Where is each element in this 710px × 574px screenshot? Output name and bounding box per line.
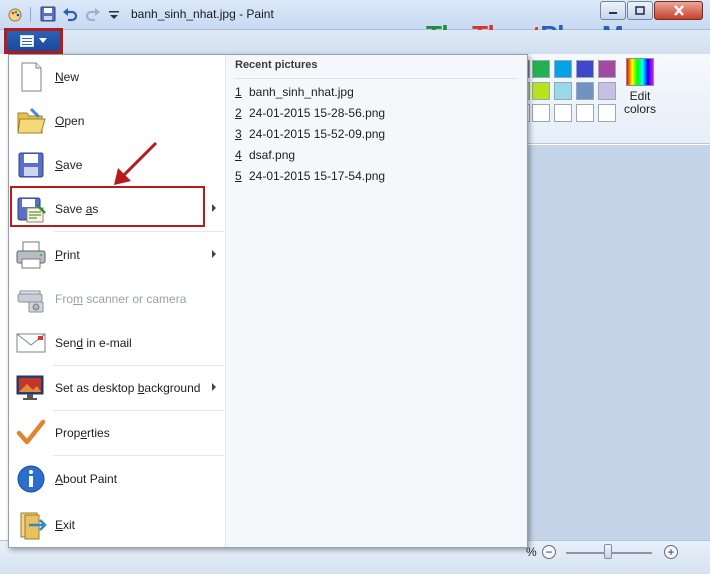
- chevron-down-icon: [39, 38, 47, 43]
- menu-item-label: From scanner or camera: [55, 292, 187, 306]
- color-swatch[interactable]: [576, 104, 594, 122]
- ribbon-tab-strip: [0, 30, 710, 54]
- recent-item-number: 5: [235, 169, 242, 183]
- menu-separator: [53, 231, 224, 232]
- zoom-out-button[interactable]: −: [542, 545, 556, 559]
- scanner-camera-icon: [17, 290, 44, 313]
- color-swatch[interactable]: [576, 82, 594, 100]
- color-swatch[interactable]: [598, 60, 616, 78]
- recent-picture-item[interactable]: 5 24-01-2015 15-17-54.png: [235, 169, 385, 185]
- menu-item-about-paint[interactable]: About Paint: [11, 457, 224, 501]
- new-file-icon: [21, 62, 42, 92]
- recent-item-filename: dsaf.png: [249, 148, 296, 162]
- menu-item-label: Open: [55, 114, 85, 128]
- menu-item-properties[interactable]: Properties: [11, 411, 224, 455]
- zoom-slider-thumb[interactable]: [604, 544, 612, 559]
- window-title: banh_sinh_nhat.jpg - Paint: [131, 7, 274, 21]
- undo-icon[interactable]: [62, 6, 78, 22]
- maximize-button[interactable]: [627, 1, 653, 20]
- menu-separator: [53, 455, 224, 456]
- close-icon: [673, 5, 684, 16]
- color-swatch[interactable]: [532, 82, 550, 100]
- recent-item-number: 1: [235, 85, 242, 99]
- desktop-background-icon: [16, 375, 44, 400]
- color-swatch[interactable]: [576, 60, 594, 78]
- recent-item-filename: 24-01-2015 15-28-56.png: [249, 106, 386, 120]
- color-swatch[interactable]: [554, 104, 572, 122]
- recent-pictures-panel: Recent pictures 1 banh_sinh_nhat.jpg 2 24-0…: [227, 55, 527, 547]
- menu-item-set-as-desktop-background[interactable]: Set as desktop background: [11, 366, 224, 410]
- recent-picture-item[interactable]: 4 dsaf.png: [235, 148, 295, 164]
- menu-item-print[interactable]: Print: [11, 233, 224, 277]
- menu-item-label: New: [55, 70, 80, 84]
- menu-commands: New Open Save Save as Print From scanner or c…: [9, 55, 226, 547]
- recent-item-filename: 24-01-2015 15-17-54.png: [249, 169, 386, 183]
- recent-item-filename: banh_sinh_nhat.jpg: [249, 85, 354, 99]
- minimize-icon: [609, 11, 617, 14]
- menu-item-send-in-e-mail[interactable]: Send in e-mail: [11, 321, 224, 365]
- menu-item-label: Exit: [55, 518, 76, 532]
- menu-item-label: Properties: [55, 426, 110, 440]
- close-button[interactable]: [654, 1, 703, 20]
- submenu-arrow-icon: [212, 204, 216, 212]
- customize-dropdown-icon[interactable]: [106, 6, 122, 22]
- zoom-in-button[interactable]: +: [664, 545, 678, 559]
- recent-pictures-title: Recent pictures: [235, 59, 318, 71]
- canvas-area[interactable]: [526, 145, 710, 540]
- exit-icon: [20, 512, 47, 540]
- menu-item-label: Set as desktop background: [55, 381, 201, 395]
- color-swatch[interactable]: [532, 60, 550, 78]
- annotation-arrow-icon: [114, 141, 158, 185]
- paint-app-icon[interactable]: [7, 6, 23, 22]
- edit-colors-label-2: colors: [623, 102, 656, 116]
- recent-title-divider: [235, 78, 517, 79]
- recent-item-number: 3: [235, 127, 242, 141]
- menu-item-open[interactable]: Open: [11, 99, 224, 143]
- save-icon[interactable]: [40, 6, 56, 22]
- redo-icon[interactable]: [85, 6, 101, 22]
- printer-icon: [16, 241, 46, 269]
- submenu-arrow-icon: [212, 250, 216, 258]
- submenu-arrow-icon: [212, 383, 216, 391]
- menu-item-label: Send in e-mail: [55, 336, 132, 350]
- paint-menu-button[interactable]: [4, 28, 63, 54]
- menu-item-label: Print: [55, 248, 80, 262]
- color-swatch[interactable]: [554, 60, 572, 78]
- checkmark-properties-icon: [16, 419, 46, 445]
- info-icon: [17, 465, 45, 493]
- minimize-button[interactable]: [600, 1, 626, 20]
- recent-item-filename: 24-01-2015 15-52-09.png: [249, 127, 386, 141]
- menu-item-new[interactable]: New: [11, 55, 224, 99]
- app-menu-icon: [20, 35, 34, 47]
- color-swatch[interactable]: [598, 82, 616, 100]
- color-swatch[interactable]: [554, 82, 572, 100]
- menu-item-label: About Paint: [55, 472, 118, 486]
- menu-item-exit[interactable]: Exit: [11, 503, 224, 547]
- recent-picture-item[interactable]: 1 banh_sinh_nhat.jpg: [235, 85, 354, 101]
- open-folder-icon: [17, 107, 46, 134]
- quick-access-separator: [30, 7, 31, 22]
- recent-item-number: 4: [235, 148, 242, 162]
- recent-picture-item[interactable]: 3 24-01-2015 15-52-09.png: [235, 127, 385, 143]
- menu-item-from-scanner-or-camera: From scanner or camera: [11, 277, 224, 321]
- save-as-highlight-box: [10, 186, 205, 227]
- email-icon: [16, 333, 46, 353]
- maximize-icon: [635, 6, 645, 15]
- edit-colors-button[interactable]: Edit colors: [620, 58, 660, 116]
- recent-item-number: 2: [235, 106, 242, 120]
- color-swatch[interactable]: [532, 104, 550, 122]
- recent-picture-item[interactable]: 2 24-01-2015 15-28-56.png: [235, 106, 385, 122]
- edit-colors-icon: [626, 58, 654, 86]
- save-disk-icon: [18, 152, 44, 178]
- application-menu: New Open Save Save as Print From scanner or c…: [8, 54, 528, 548]
- menu-item-label: Save: [55, 158, 83, 172]
- color-swatch[interactable]: [598, 104, 616, 122]
